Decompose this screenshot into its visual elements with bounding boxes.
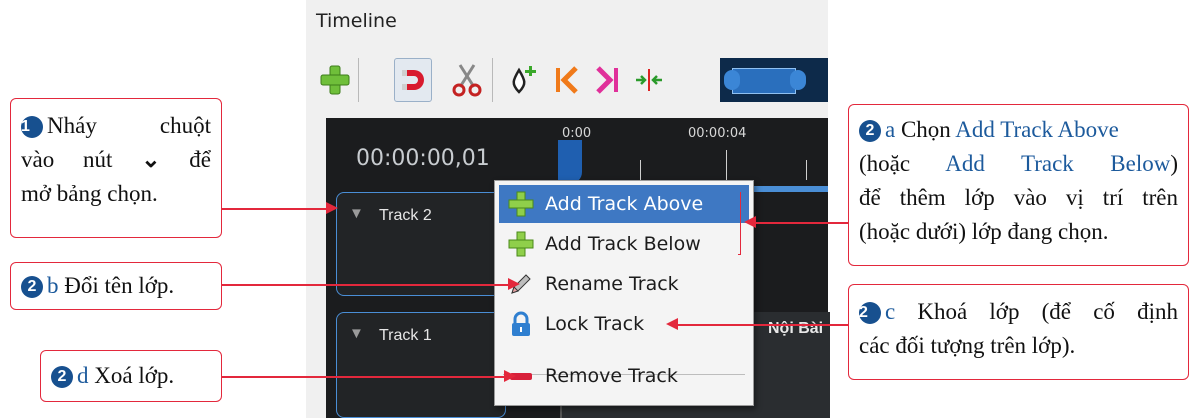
track-context-menu: Add Track Above Add Track Below Rename T… [494, 180, 754, 406]
playhead[interactable] [558, 140, 582, 184]
pointer-line [676, 324, 848, 326]
clip-label: Nội Bài [768, 320, 824, 337]
chevron-down-icon[interactable]: ▼ [349, 205, 364, 222]
track-header-track-1[interactable]: ▼ Track 1 [336, 312, 506, 418]
ruler-label: 00:00:04 [688, 126, 747, 141]
panel-title: Timeline [316, 10, 397, 32]
add-track-button[interactable] [316, 58, 354, 102]
center-icon [636, 69, 662, 91]
ruler-tick [640, 160, 641, 180]
ruler-tick [726, 150, 727, 180]
track-name: Track 1 [379, 327, 432, 344]
razor-button[interactable] [448, 58, 486, 102]
pointer-arrow [666, 318, 678, 330]
annotation-open-menu: 1 Nháy chuột vào nút ⌄ để mở bảng chọn. [10, 98, 222, 238]
previous-icon [556, 66, 578, 94]
annotation-remove-track: 2d Xoá lớp. [40, 350, 222, 402]
droplet-plus-icon [512, 66, 536, 94]
next-icon [596, 66, 618, 94]
annotation-lock-track: 2c Khoá lớp (để cố định các đối tượng tr… [848, 284, 1189, 380]
track-header-track-2[interactable]: ▼ Track 2 [336, 192, 506, 296]
plus-icon [320, 65, 350, 95]
add-marker-button[interactable] [504, 58, 542, 102]
menu-item-label: Rename Track [545, 273, 679, 295]
ruler-label: 0:00 [562, 126, 592, 141]
pointer-arrow [504, 370, 516, 382]
pointer-line [222, 284, 510, 286]
center-playhead-button[interactable] [630, 58, 668, 102]
bracket [738, 192, 741, 255]
scissors-icon [452, 64, 482, 97]
pointer-line [222, 376, 506, 378]
previous-marker-button[interactable] [548, 58, 586, 102]
menu-item-label: Lock Track [545, 313, 645, 335]
menu-item-rename-track[interactable]: Rename Track [499, 265, 749, 303]
track-name: Track 2 [379, 207, 432, 224]
annotation-rename-track: 2b Đổi tên lớp. [10, 262, 222, 310]
menu-item-add-track-above[interactable]: Add Track Above [499, 185, 749, 223]
next-marker-button[interactable] [588, 58, 626, 102]
snap-button[interactable] [394, 58, 432, 102]
annotation-add-track: 2a Chọn Add Track Above (hoặc Add Track … [848, 104, 1189, 266]
pointer-arrow [744, 216, 756, 228]
menu-item-label: Remove Track [545, 365, 678, 387]
timeline-toolbar [316, 52, 828, 112]
pointer-line [754, 222, 848, 224]
menu-item-remove-track[interactable]: Remove Track [499, 357, 749, 395]
menu-item-add-track-below[interactable]: Add Track Below [499, 225, 749, 263]
magnet-icon [402, 70, 424, 90]
menu-item-label: Add Track Below [545, 233, 701, 255]
plus-icon [503, 225, 539, 263]
pointer-arrow [508, 278, 520, 290]
chevron-down-icon[interactable]: ▼ [349, 325, 364, 342]
pointer-arrow [326, 202, 338, 214]
ruler-tick [806, 160, 807, 180]
zoom-slider[interactable] [720, 58, 828, 102]
plus-icon [503, 185, 539, 223]
pointer-line [222, 208, 330, 210]
lock-icon [503, 305, 539, 343]
menu-item-label: Add Track Above [545, 193, 704, 215]
timecode: 00:00:00,01 [356, 146, 490, 171]
